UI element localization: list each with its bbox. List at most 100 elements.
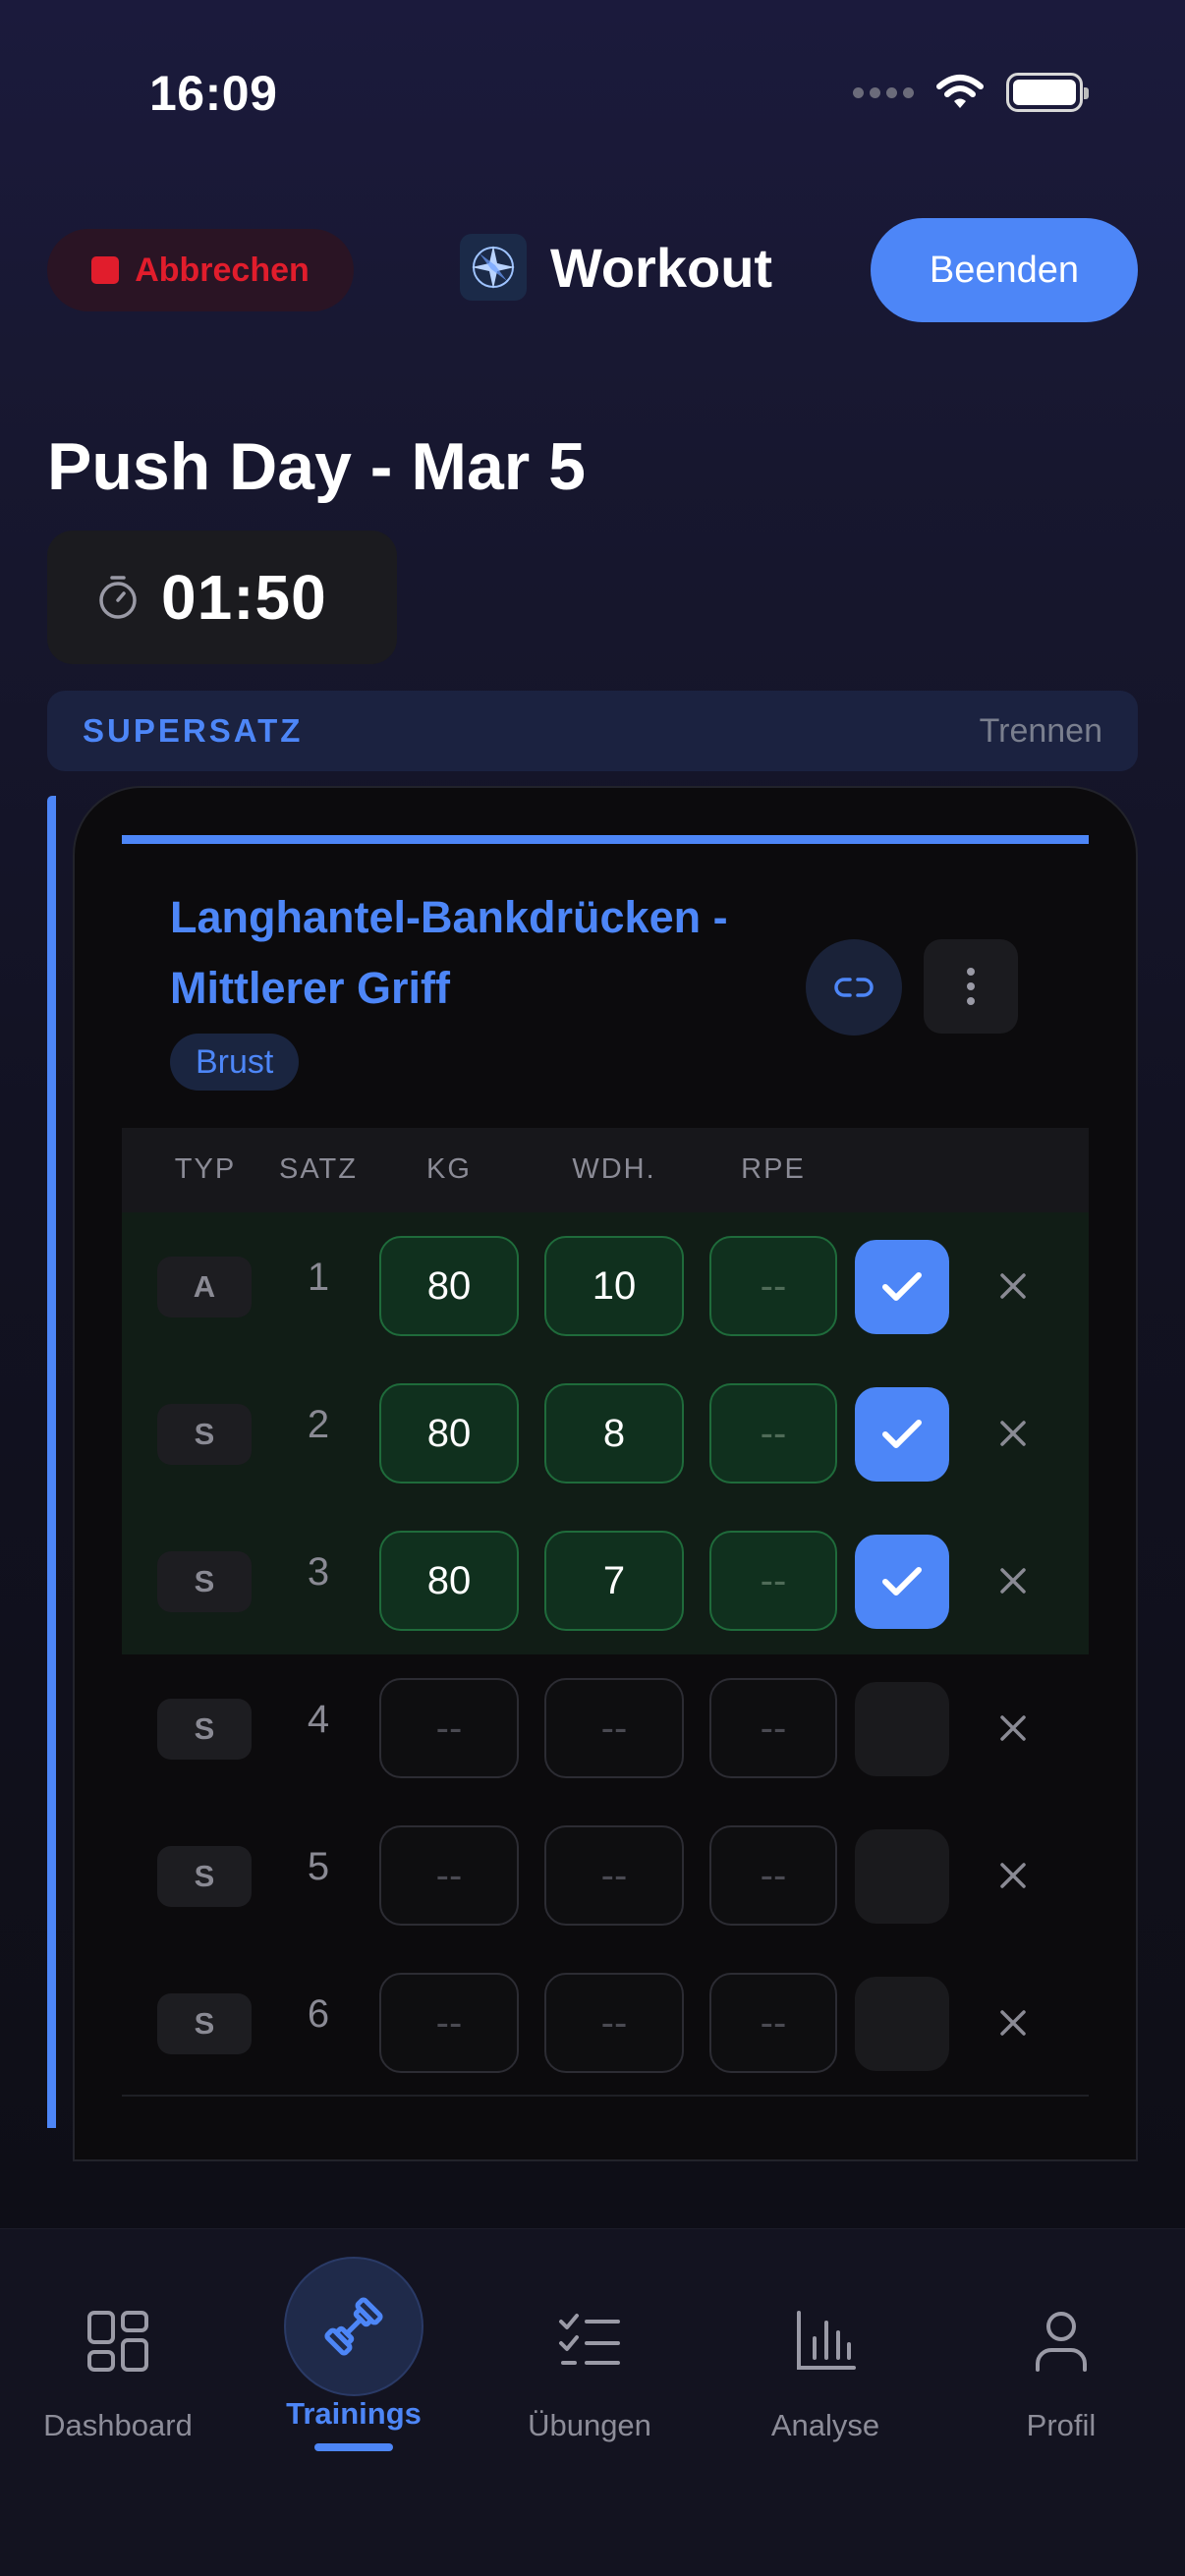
column-set: SATZ xyxy=(279,1153,358,1185)
kg-input[interactable]: 80 xyxy=(379,1531,519,1631)
workout-timer[interactable]: 01:50 xyxy=(47,531,397,664)
superset-label: SUPERSATZ xyxy=(83,712,304,749)
superset-accent-line xyxy=(47,796,56,2128)
reps-input[interactable]: 8 xyxy=(544,1383,684,1484)
delete-set-button[interactable] xyxy=(985,1552,1042,1609)
wifi-icon xyxy=(936,75,984,108)
link-icon xyxy=(834,978,874,997)
tab-label: Übungen xyxy=(528,2408,651,2442)
reps-input[interactable]: 7 xyxy=(544,1531,684,1631)
dashboard-grid-icon xyxy=(85,2302,150,2380)
stop-icon xyxy=(91,256,120,284)
complete-set-checkbox[interactable] xyxy=(855,1682,949,1776)
more-dot xyxy=(967,997,975,1005)
complete-set-checkbox[interactable] xyxy=(855,1977,949,2071)
battery-icon xyxy=(1006,73,1089,112)
reps-input[interactable]: 10 xyxy=(544,1236,684,1336)
status-icons xyxy=(853,73,1089,112)
set-type-pill[interactable]: S xyxy=(157,1846,252,1907)
cancel-workout-button[interactable]: Abbrechen xyxy=(47,229,354,311)
compass-logo-icon xyxy=(460,234,527,301)
superset-link-button[interactable] xyxy=(806,939,902,1036)
more-options-button[interactable] xyxy=(924,939,1018,1034)
table-divider xyxy=(122,2095,1089,2097)
set-number: 6 xyxy=(307,1992,330,2036)
rpe-input[interactable]: -- xyxy=(709,1383,837,1484)
reps-input[interactable]: -- xyxy=(544,1825,684,1926)
kg-input[interactable]: 80 xyxy=(379,1383,519,1484)
set-type-pill[interactable]: S xyxy=(157,1404,252,1465)
delete-set-button[interactable] xyxy=(985,1405,1042,1462)
workout-name[interactable]: Push Day - Mar 5 xyxy=(47,428,586,505)
checkmark-icon xyxy=(882,1567,922,1596)
bottom-tab-bar: Dashboard Trainings Übungen Analyse Prof… xyxy=(0,2228,1185,2576)
active-tab-indicator xyxy=(314,2443,393,2451)
kg-input[interactable]: -- xyxy=(379,1973,519,2073)
delete-set-button[interactable] xyxy=(985,1258,1042,1315)
set-row: S 4 -- -- -- xyxy=(122,1654,1089,1802)
finish-workout-button[interactable]: Beenden xyxy=(871,218,1138,322)
close-icon xyxy=(1000,1568,1026,1594)
complete-set-checkbox[interactable] xyxy=(855,1240,949,1334)
column-kg: KG xyxy=(426,1153,472,1185)
set-type-pill[interactable]: S xyxy=(157,1699,252,1760)
page-title: Workout xyxy=(550,236,773,299)
column-type: TYP xyxy=(174,1153,237,1185)
rpe-input[interactable]: -- xyxy=(709,1973,837,2073)
rpe-input[interactable]: -- xyxy=(709,1531,837,1631)
tab-dashboard[interactable]: Dashboard xyxy=(0,2229,236,2485)
tab-label: Profil xyxy=(1026,2408,1097,2442)
set-row: S 6 -- -- -- xyxy=(122,1949,1089,2097)
more-dot xyxy=(967,968,975,976)
close-icon xyxy=(1000,1715,1026,1741)
rpe-input[interactable]: -- xyxy=(709,1236,837,1336)
complete-set-checkbox[interactable] xyxy=(855,1387,949,1482)
sets-table-header: TYP SATZ KG WDH. RPE xyxy=(122,1128,1089,1212)
set-number: 5 xyxy=(307,1845,330,1888)
complete-set-checkbox[interactable] xyxy=(855,1829,949,1924)
timer-value: 01:50 xyxy=(161,562,327,633)
complete-set-checkbox[interactable] xyxy=(855,1535,949,1629)
rpe-input[interactable]: -- xyxy=(709,1678,837,1778)
reps-input[interactable]: -- xyxy=(544,1973,684,2073)
column-rpe: RPE xyxy=(741,1153,806,1185)
delete-set-button[interactable] xyxy=(985,1700,1042,1757)
tab-label: Trainings xyxy=(286,2396,422,2431)
column-reps: WDH. xyxy=(572,1153,656,1185)
close-icon xyxy=(1000,1421,1026,1446)
kg-input[interactable]: -- xyxy=(379,1678,519,1778)
set-type-pill[interactable]: A xyxy=(157,1257,252,1317)
split-superset-button[interactable]: Trennen xyxy=(980,712,1102,751)
status-time: 16:09 xyxy=(149,66,278,121)
more-dot xyxy=(967,982,975,990)
set-row: S 5 -- -- -- xyxy=(122,1802,1089,1949)
muscle-tag: Brust xyxy=(170,1034,300,1091)
tab-analyse[interactable]: Analyse xyxy=(707,2229,943,2485)
delete-set-button[interactable] xyxy=(985,1994,1042,2051)
close-icon xyxy=(1000,1273,1026,1299)
rpe-input[interactable]: -- xyxy=(709,1825,837,1926)
set-row: S 2 80 8 -- xyxy=(122,1360,1089,1507)
set-type-pill[interactable]: S xyxy=(157,1993,252,2054)
close-icon xyxy=(1000,2010,1026,2036)
tab-profil[interactable]: Profil xyxy=(943,2229,1179,2485)
tab-uebungen[interactable]: Übungen xyxy=(472,2229,707,2485)
cancel-label: Abbrechen xyxy=(135,251,310,289)
exercise-name[interactable]: Langhantel-Bankdrücken - Mittlerer Griff xyxy=(170,882,838,1024)
set-number: 3 xyxy=(307,1550,330,1594)
stopwatch-icon xyxy=(99,576,137,619)
close-icon xyxy=(1000,1863,1026,1888)
superset-header: SUPERSATZ Trennen xyxy=(47,691,1138,771)
tab-trainings[interactable]: Trainings xyxy=(236,2229,472,2485)
cellular-signal-icon xyxy=(853,86,914,98)
set-number: 1 xyxy=(307,1256,330,1299)
delete-set-button[interactable] xyxy=(985,1847,1042,1904)
set-row: S 3 80 7 -- xyxy=(122,1507,1089,1654)
kg-input[interactable]: -- xyxy=(379,1825,519,1926)
header-title: Workout xyxy=(460,234,772,301)
set-type-pill[interactable]: S xyxy=(157,1551,252,1612)
tab-label: Analyse xyxy=(770,2408,880,2442)
set-row: A 1 80 10 -- xyxy=(122,1212,1089,1360)
reps-input[interactable]: -- xyxy=(544,1678,684,1778)
kg-input[interactable]: 80 xyxy=(379,1236,519,1336)
